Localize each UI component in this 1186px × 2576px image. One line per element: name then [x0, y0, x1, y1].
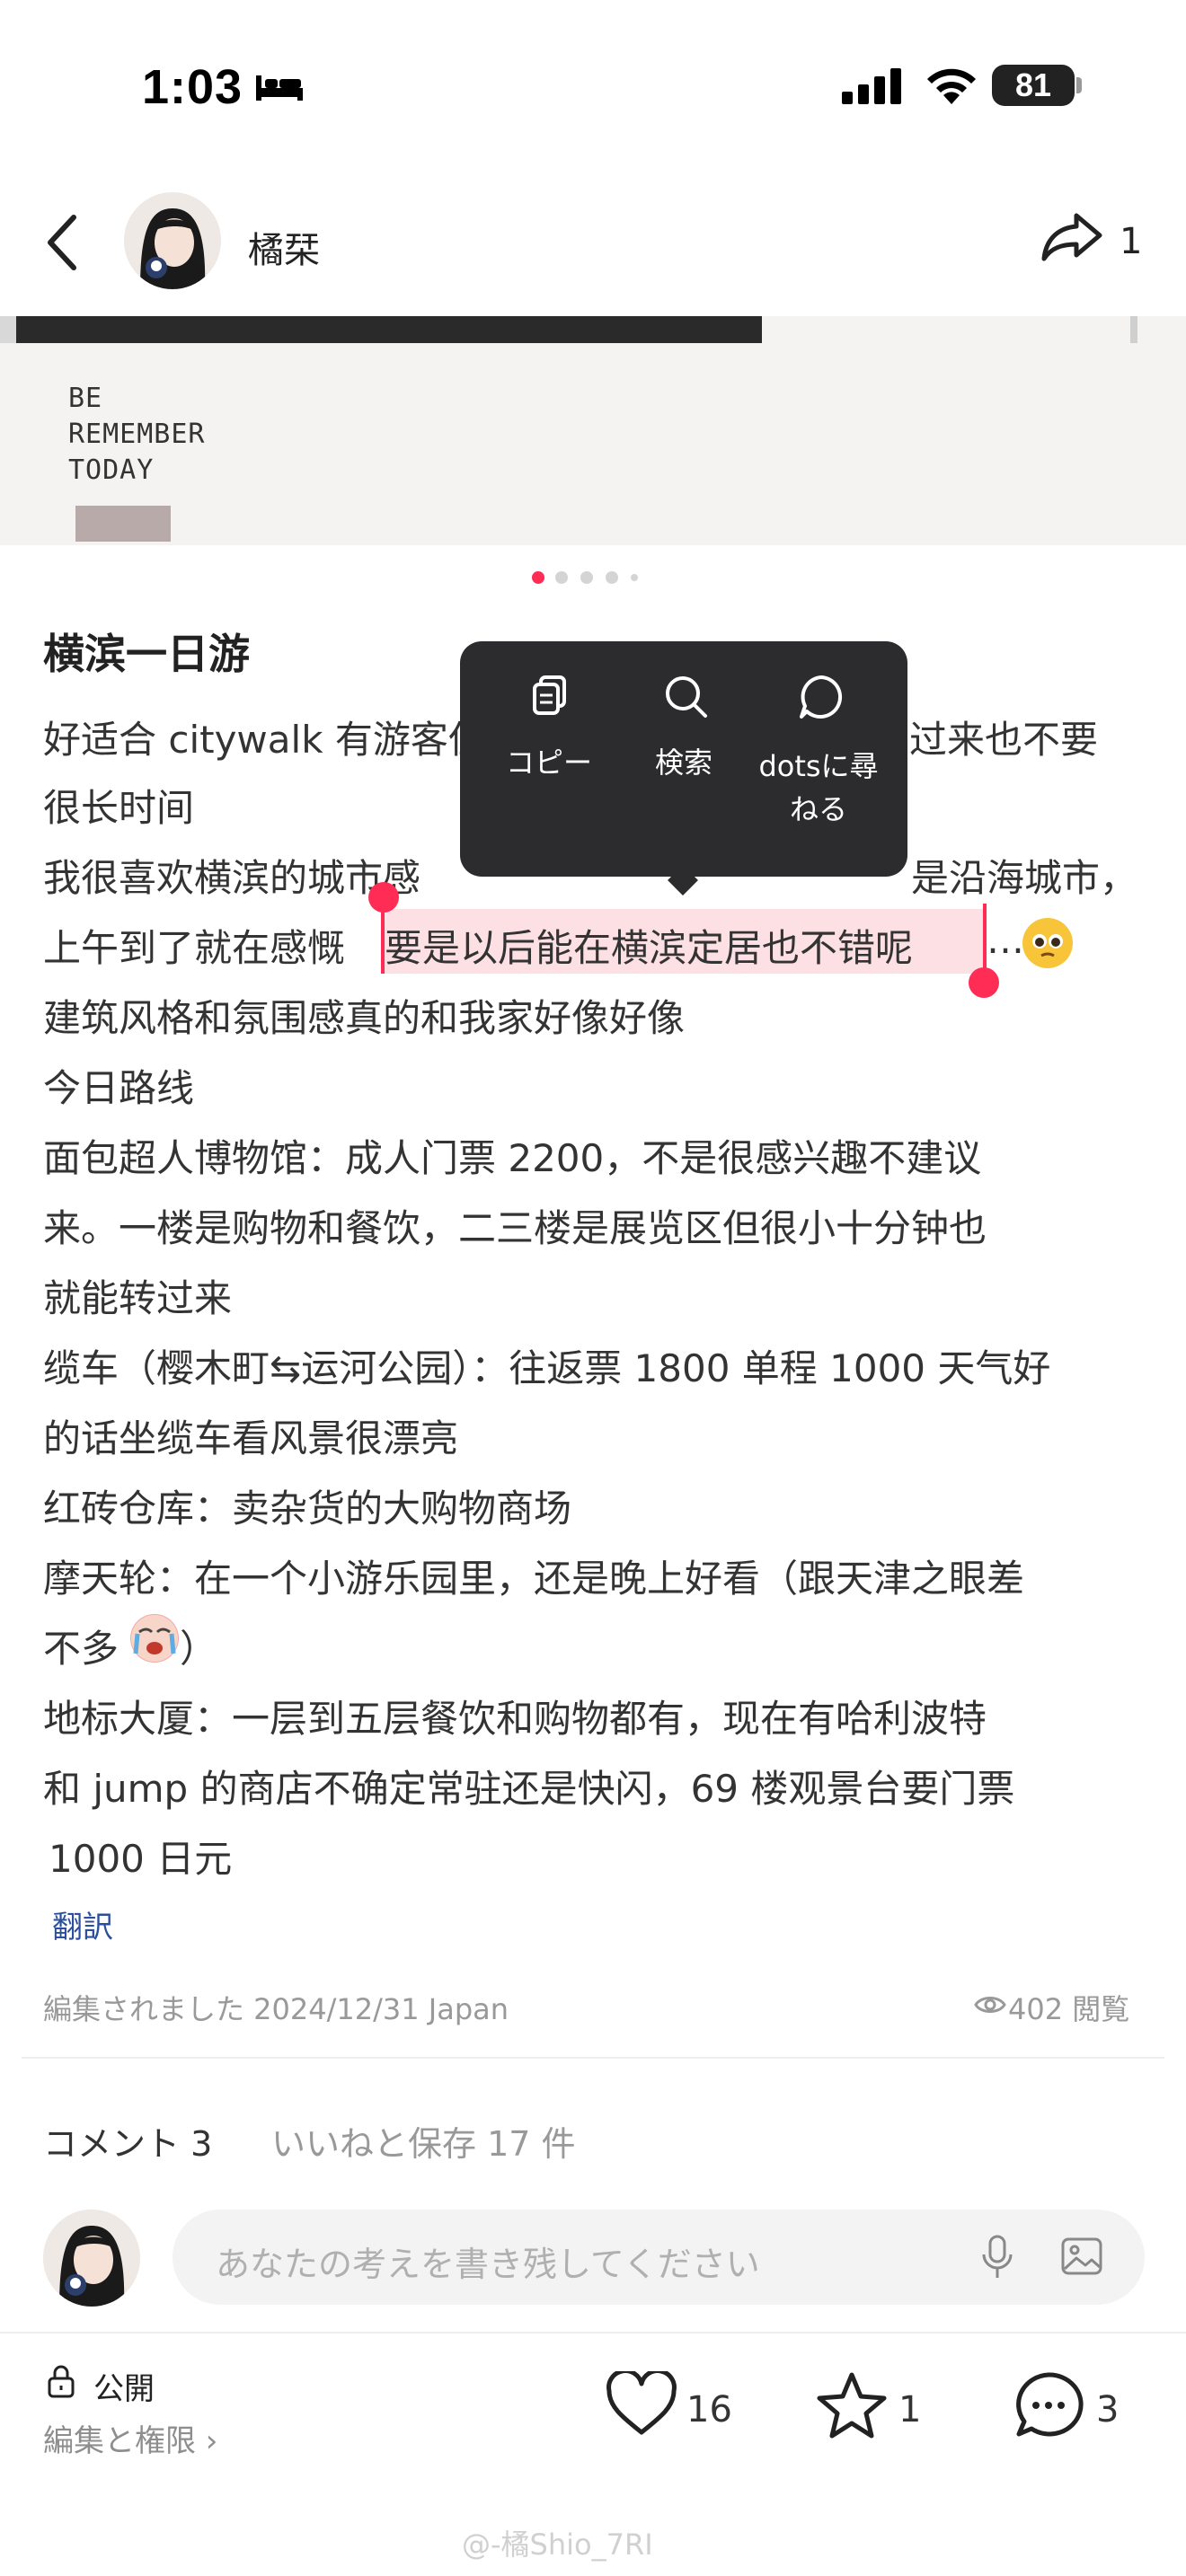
- battery-indicator: 81: [992, 65, 1075, 106]
- comment-count: 3: [1096, 2389, 1120, 2430]
- image-blur-patch: [75, 506, 171, 542]
- body-line[interactable]: 来。一楼是购物和餐饮，二三楼是展览区但很小十分钟也: [43, 1198, 987, 1253]
- status-time: 1:03: [142, 60, 243, 114]
- lock-icon: [48, 2365, 75, 2398]
- body-line[interactable]: 地标大厦：一层到五层餐饮和购物都有，现在有哈利波特: [43, 1689, 987, 1743]
- like-count: 16: [686, 2389, 732, 2430]
- share-icon[interactable]: [1040, 210, 1105, 264]
- sleep-focus-icon: [256, 75, 303, 101]
- page-dot: [631, 574, 638, 581]
- body-line[interactable]: 面包超人博物馆：成人门票 2200，不是很感兴趣不建议: [43, 1128, 981, 1183]
- image-text-line: REMEMBER: [68, 419, 206, 450]
- eye-icon: [974, 1997, 1006, 2013]
- visibility-status[interactable]: 公開: [93, 2364, 155, 2408]
- image-text-line: BE: [68, 383, 103, 414]
- comment-input[interactable]: あなたの考えを書き残してください: [173, 2210, 1145, 2305]
- tab-likes-saves[interactable]: いいねと保存 17 件: [271, 2116, 576, 2166]
- selection-handle-start[interactable]: [368, 882, 399, 913]
- search-icon: [666, 676, 707, 718]
- selection-handle-end[interactable]: [969, 967, 999, 998]
- battery-cap: [1076, 77, 1082, 93]
- tab-comments[interactable]: コメント 3: [43, 2116, 212, 2166]
- share-count: 1: [1120, 221, 1143, 262]
- watermark: @-橘Shio_7RI: [462, 2527, 653, 2562]
- body-line[interactable]: 过来也不要: [909, 710, 1098, 764]
- body-line[interactable]: 很长时间: [43, 778, 194, 833]
- image-picker-icon[interactable]: [1060, 2235, 1103, 2278]
- translate-link[interactable]: 翻訳: [52, 1902, 113, 1946]
- microphone-icon[interactable]: [979, 2233, 1015, 2281]
- search-label: 検索: [654, 745, 712, 780]
- author-name[interactable]: 橘栞: [248, 221, 320, 273]
- body-line[interactable]: ）: [180, 1619, 217, 1673]
- view-count: 402 閲覧: [1008, 1992, 1130, 2026]
- image-handwriting: BE REMEMBER TODAY: [68, 381, 206, 489]
- author-avatar[interactable]: [124, 192, 221, 289]
- body-line[interactable]: 今日路线: [43, 1058, 194, 1113]
- body-line[interactable]: 好适合 citywalk 有游客但: [43, 710, 486, 764]
- body-line[interactable]: 摩天轮：在一个小游乐园里，还是晚上好看（跟天津之眼差: [43, 1548, 1024, 1603]
- body-line[interactable]: 建筑风格和氛围感真的和我家好像好像: [43, 988, 685, 1043]
- bottom-bar-divider: [0, 2332, 1186, 2333]
- body-line[interactable]: 1000 日元: [49, 1829, 232, 1883]
- crying-face-emoji: [130, 1614, 179, 1663]
- body-line[interactable]: …: [987, 918, 1024, 962]
- wifi-icon: [927, 68, 976, 104]
- chat-bubble-icon: [800, 675, 843, 719]
- body-line[interactable]: 上午到了就在感慨: [43, 918, 345, 973]
- image-text-line: TODAY: [68, 454, 155, 486]
- selected-text[interactable]: 要是以后能在横滨定居也不错呢: [385, 918, 913, 973]
- post-title: 横滨一日游: [43, 630, 250, 678]
- pleading-face-emoji: [1022, 918, 1073, 968]
- page-dot: [580, 571, 593, 584]
- section-divider: [22, 2057, 1164, 2059]
- body-line[interactable]: 就能转过来: [43, 1268, 232, 1323]
- copy-icon: [533, 675, 566, 715]
- text-context-menu: コピー 検索 dotsに尋 ねる: [460, 641, 907, 877]
- body-line[interactable]: 的话坐缆车看风景很漂亮: [43, 1408, 458, 1463]
- page-dot: [606, 571, 618, 584]
- body-line[interactable]: 缆车（樱木町⇆运河公园）：往返票 1800 单程 1000 天气好: [43, 1338, 1050, 1393]
- back-arrow-icon[interactable]: [45, 214, 81, 271]
- favorite-count: 1: [898, 2389, 922, 2430]
- image-dark-band: [16, 316, 762, 343]
- edit-permissions-link[interactable]: 編集と権限 ›: [43, 2416, 217, 2460]
- body-line[interactable]: 和 jump 的商店不确定常驻还是快闪，69 楼观景台要门票: [43, 1759, 1014, 1813]
- ask-label-line1: dotsに尋: [758, 749, 879, 783]
- body-line[interactable]: 红砖仓库：卖杂货的大购物商场: [43, 1478, 571, 1533]
- comment-placeholder: あなたの考えを書き残してください: [216, 2245, 760, 2284]
- page-dot-active: [532, 571, 544, 584]
- ask-label-line2: ねる: [789, 792, 847, 826]
- comment-bubble-icon[interactable]: [1013, 2371, 1084, 2439]
- user-avatar[interactable]: [43, 2210, 140, 2307]
- body-line[interactable]: 是沿海城市，: [911, 848, 1137, 903]
- image-edge: [0, 316, 18, 343]
- copy-label: コピー: [505, 745, 592, 780]
- star-icon[interactable]: [816, 2371, 888, 2439]
- body-line[interactable]: 我很喜欢横滨的城市感: [43, 848, 420, 903]
- heart-icon[interactable]: [606, 2371, 677, 2436]
- cellular-signal-icon: [842, 68, 901, 104]
- body-line[interactable]: 不多: [43, 1619, 119, 1673]
- image-edge-right: [1130, 316, 1137, 343]
- page-dot: [555, 571, 568, 584]
- edited-timestamp: 編集されました 2024/12/31 Japan: [43, 1992, 509, 2026]
